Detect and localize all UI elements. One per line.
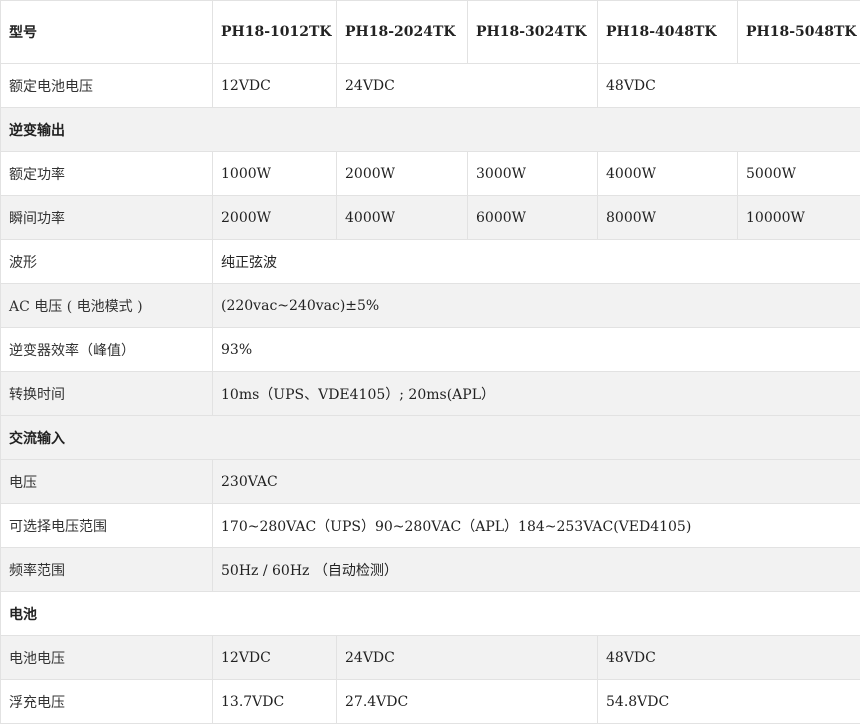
model-5048: PH18-5048TK (738, 1, 860, 64)
section-title: 电池 (1, 592, 860, 636)
model-1012: PH18-1012TK (213, 1, 337, 64)
input-voltage-row: 电压 230VAC (1, 460, 860, 504)
cell-value: 48VDC (598, 64, 860, 108)
cell-value: 2000W (337, 152, 468, 196)
cell-value: 2000W (213, 196, 337, 240)
cell-value: 170~280VAC（UPS）90~280VAC（APL）184~253VAC(… (213, 504, 860, 548)
cell-value: 6000W (468, 196, 598, 240)
cell-value: 230VAC (213, 460, 860, 504)
section-title: 交流输入 (1, 416, 860, 460)
frequency-range-row: 频率范围 50Hz / 60Hz （自动检测） (1, 548, 860, 592)
float-voltage-row: 浮充电压 13.7VDC 27.4VDC 54.8VDC (1, 680, 860, 724)
transfer-time-row: 转换时间 10ms（UPS、VDE4105）; 20ms(APL） (1, 372, 860, 416)
voltage-range-row: 可选择电压范围 170~280VAC（UPS）90~280VAC（APL）184… (1, 504, 860, 548)
row-label: 电压 (1, 460, 213, 504)
efficiency-row: 逆变器效率（峰值） 93% (1, 328, 860, 372)
cell-value: 12VDC (213, 636, 337, 680)
section-inverter-output: 逆变输出 (1, 108, 860, 152)
cell-value: 3000W (468, 152, 598, 196)
cell-value: 54.8VDC (598, 680, 860, 724)
cell-value: 24VDC (337, 636, 598, 680)
battery-voltage-row: 电池电压 12VDC 24VDC 48VDC (1, 636, 860, 680)
row-label: 频率范围 (1, 548, 213, 592)
cell-value: 1000W (213, 152, 337, 196)
cell-value: 24VDC (337, 64, 598, 108)
header-row: 型号 PH18-1012TK PH18-2024TK PH18-3024TK P… (1, 1, 860, 64)
cell-value: 13.7VDC (213, 680, 337, 724)
model-4048: PH18-4048TK (598, 1, 738, 64)
cell-value: 8000W (598, 196, 738, 240)
row-label: 瞬间功率 (1, 196, 213, 240)
cell-value: 50Hz / 60Hz （自动检测） (213, 548, 860, 592)
peak-power-row: 瞬间功率 2000W 4000W 6000W 8000W 10000W (1, 196, 860, 240)
cell-value: 4000W (337, 196, 468, 240)
model-2024: PH18-2024TK (337, 1, 468, 64)
row-label: AC 电压 ( 电池模式 ) (1, 284, 213, 328)
section-ac-input: 交流输入 (1, 416, 860, 460)
cell-value: 12VDC (213, 64, 337, 108)
row-label: 额定功率 (1, 152, 213, 196)
cell-value: 10ms（UPS、VDE4105）; 20ms(APL） (213, 372, 860, 416)
row-label: 可选择电压范围 (1, 504, 213, 548)
ac-voltage-row: AC 电压 ( 电池模式 ) (220vac~240vac)±5% (1, 284, 860, 328)
model-3024: PH18-3024TK (468, 1, 598, 64)
waveform-row: 波形 纯正弦波 (1, 240, 860, 284)
row-label: 波形 (1, 240, 213, 284)
spec-table: 型号 PH18-1012TK PH18-2024TK PH18-3024TK P… (0, 0, 860, 724)
cell-value: 5000W (738, 152, 860, 196)
header-model-label: 型号 (1, 1, 213, 64)
row-label: 转换时间 (1, 372, 213, 416)
row-label: 额定电池电压 (1, 64, 213, 108)
cell-value: 纯正弦波 (213, 240, 860, 284)
row-label: 电池电压 (1, 636, 213, 680)
section-title: 逆变输出 (1, 108, 860, 152)
cell-value: 10000W (738, 196, 860, 240)
cell-value: 48VDC (598, 636, 860, 680)
rated-power-row: 额定功率 1000W 2000W 3000W 4000W 5000W (1, 152, 860, 196)
row-label: 浮充电压 (1, 680, 213, 724)
cell-value: (220vac~240vac)±5% (213, 284, 860, 328)
row-label: 逆变器效率（峰值） (1, 328, 213, 372)
cell-value: 93% (213, 328, 860, 372)
cell-value: 27.4VDC (337, 680, 598, 724)
cell-value: 4000W (598, 152, 738, 196)
section-battery: 电池 (1, 592, 860, 636)
rated-battery-voltage-row: 额定电池电压 12VDC 24VDC 48VDC (1, 64, 860, 108)
